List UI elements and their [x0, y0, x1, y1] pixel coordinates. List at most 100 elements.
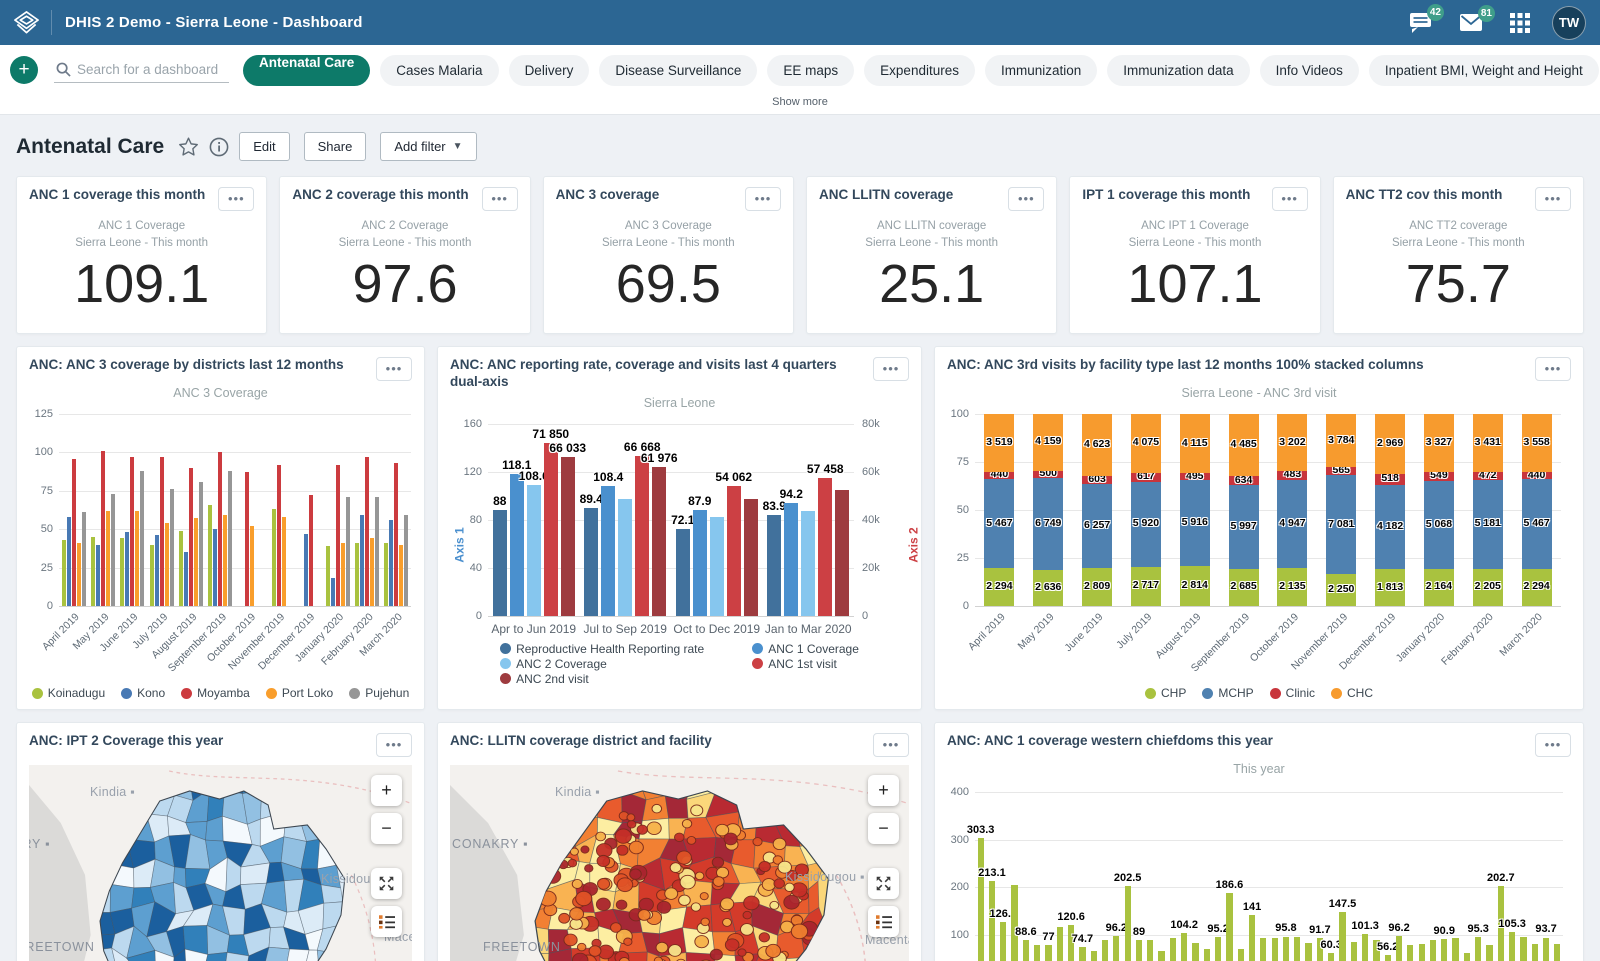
more-options-button[interactable]: ••• [1008, 187, 1044, 211]
more-options-button[interactable]: ••• [482, 187, 518, 211]
zoom-in-button[interactable]: + [868, 775, 899, 806]
segment-value-label: 5 181 [1475, 517, 1501, 529]
info-icon[interactable] [209, 137, 229, 157]
subtitle-line-2: Sierra Leone - This month [807, 235, 1056, 252]
bar [767, 515, 781, 616]
show-more-toggle[interactable]: Show more [0, 95, 1600, 115]
bar-value-label: 89 [1133, 926, 1145, 938]
zoom-out-button[interactable]: − [868, 813, 899, 844]
legend-label: MCHP [1218, 686, 1253, 700]
bar-value-label: 94.2 [780, 487, 803, 501]
fullscreen-button[interactable] [371, 868, 402, 899]
legend-item[interactable]: ANC 1st visit [752, 657, 859, 671]
legend-label: ANC 1 Coverage [768, 642, 859, 656]
bar-value-label: 101.3 [1351, 920, 1379, 932]
legend-item[interactable]: Port Loko [266, 686, 333, 700]
dashboard-chip[interactable]: Immunization [985, 55, 1097, 86]
bar [676, 529, 690, 616]
dashboard-chip[interactable]: Delivery [509, 55, 590, 86]
bar-value-label: 91.7 [1309, 924, 1330, 936]
user-avatar[interactable]: TW [1552, 6, 1586, 40]
dashboard-chip[interactable]: Expenditures [864, 55, 975, 86]
more-options-button[interactable]: ••• [218, 187, 254, 211]
bar [91, 537, 95, 606]
bar [184, 552, 188, 606]
legend-item[interactable]: CHP [1145, 686, 1186, 700]
subtitle-line-2: Sierra Leone - This month [1070, 235, 1319, 252]
panel-western-chiefdoms: ANC: ANC 1 coverage western chiefdoms th… [934, 722, 1584, 961]
more-options-button[interactable]: ••• [873, 733, 909, 757]
more-options-button[interactable]: ••• [376, 357, 412, 381]
more-options-button[interactable]: ••• [745, 187, 781, 211]
y-tick-label: 75 [935, 456, 969, 468]
card-subtitle: ANC IPT 1 CoverageSierra Leone - This mo… [1070, 218, 1319, 251]
legend-item[interactable]: Clinic [1270, 686, 1315, 700]
legend-item[interactable]: ANC 1 Coverage [752, 642, 859, 656]
dashboard-chip[interactable]: Antenatal Care [243, 55, 370, 86]
add-filter-button[interactable]: Add filter ▼ [380, 132, 476, 161]
star-icon[interactable] [178, 136, 199, 157]
fullscreen-button[interactable] [868, 868, 899, 899]
more-options-button[interactable]: ••• [873, 357, 909, 381]
bar-value-label: 77 [1042, 931, 1054, 943]
legend-item[interactable]: Moyamba [181, 686, 250, 700]
legend-item[interactable]: Pujehun [349, 686, 409, 700]
segment-value-label: 2 717 [1133, 579, 1159, 591]
dashboard-search[interactable] [54, 57, 229, 83]
dhis2-logo-icon[interactable] [14, 10, 52, 35]
legend-dot [500, 673, 511, 684]
bar [331, 578, 335, 606]
zoom-out-button[interactable]: − [371, 813, 402, 844]
ipt2-coverage-map: Kindia ▪CONAKRY ▪Kissidougou ▪FREETOWNMa… [29, 765, 412, 961]
bar [228, 471, 232, 606]
panel-dual-axis: ANC: ANC reporting rate, coverage and vi… [437, 346, 922, 710]
more-options-button[interactable]: ••• [1535, 733, 1571, 757]
card-subtitle: ANC 1 CoverageSierra Leone - This month [17, 218, 266, 251]
chart-legend: Reproductive Health Reporting rate ANC 1 … [438, 642, 921, 686]
map-legend-button[interactable] [371, 906, 402, 937]
bar [1158, 951, 1164, 961]
more-options-button[interactable]: ••• [1272, 187, 1308, 211]
segment-value-label: 5 997 [1230, 520, 1256, 532]
bar [1396, 936, 1402, 961]
map-legend-button[interactable] [868, 906, 899, 937]
legend-item[interactable]: Kono [121, 686, 165, 700]
search-input[interactable] [77, 62, 227, 77]
bar-value-label: 147.5 [1329, 898, 1357, 910]
messages-button[interactable]: 42 [1409, 12, 1432, 33]
more-options-button[interactable]: ••• [1535, 187, 1571, 211]
axis2-title: Axis 2 [907, 527, 921, 562]
more-options-button[interactable]: ••• [376, 733, 412, 757]
legend-item[interactable]: Koinadugu [32, 686, 105, 700]
dashboard-chip[interactable]: Immunization data [1107, 55, 1249, 86]
edit-button[interactable]: Edit [239, 132, 289, 161]
dashboard-chip[interactable]: EE maps [767, 55, 854, 86]
more-options-button[interactable]: ••• [1535, 357, 1571, 381]
dashboard-chip[interactable]: Disease Surveillance [599, 55, 757, 86]
dashboard-chip[interactable]: Info Videos [1260, 55, 1359, 86]
bar [510, 474, 524, 616]
map-canvas[interactable] [29, 765, 412, 961]
search-icon [56, 62, 71, 77]
map-canvas[interactable] [450, 765, 909, 961]
share-button[interactable]: Share [304, 132, 367, 161]
legend-item[interactable]: CHC [1331, 686, 1373, 700]
dashboard-chip[interactable]: Cases Malaria [380, 55, 498, 86]
card-title: ANC 3 coverage [556, 187, 668, 204]
legend-item[interactable]: ANC 2nd visit [500, 672, 704, 686]
mail-button[interactable]: 81 [1459, 13, 1483, 32]
bar-value-label: 54 062 [715, 470, 752, 484]
number-card: IPT 1 coverage this month•••ANC IPT 1 Co… [1069, 176, 1320, 334]
new-dashboard-button[interactable]: + [10, 56, 38, 84]
legend-item[interactable]: Reproductive Health Reporting rate [500, 642, 704, 656]
bar-value-label: 202.5 [1114, 872, 1142, 884]
legend-label: CHP [1161, 686, 1186, 700]
dashboard-chip[interactable]: Inpatient BMI, Weight and Height [1369, 55, 1599, 86]
apps-menu-button[interactable] [1510, 13, 1530, 33]
panel-title: ANC: ANC 1 coverage western chiefdoms th… [947, 733, 1281, 750]
legend-item[interactable]: ANC 2 Coverage [500, 657, 704, 671]
bar [1509, 932, 1515, 961]
zoom-in-button[interactable]: + [371, 775, 402, 806]
western-chiefdoms-bar-chart: 100200300400303.3213.1126.288.677120.674… [935, 792, 1583, 961]
legend-item[interactable]: MCHP [1202, 686, 1253, 700]
